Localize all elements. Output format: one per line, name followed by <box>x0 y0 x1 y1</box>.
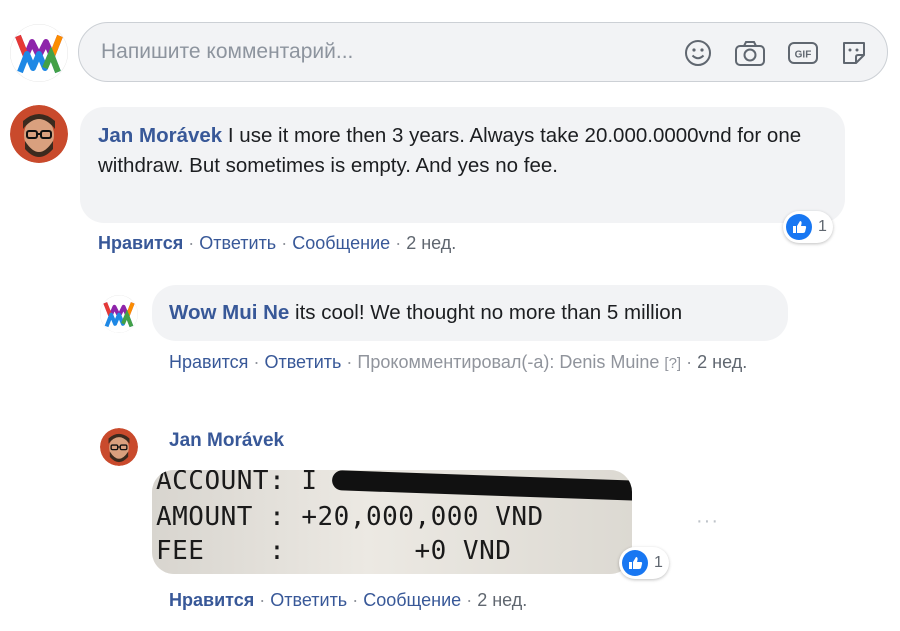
timestamp[interactable]: 2 нед. <box>477 590 527 610</box>
comment-text: its cool! We thought no more than 5 mill… <box>295 301 683 324</box>
help-link[interactable]: [?] <box>664 355 681 372</box>
like-link[interactable]: Нравится <box>169 590 254 610</box>
receipt-line: FEE : +0 VND <box>156 536 512 566</box>
comment-actions: Нравится · Ответить · Прокомментировал(-… <box>169 352 748 372</box>
comment-actions: Нравится · Ответить · Сообщение · 2 нед. <box>98 233 457 253</box>
composer-placeholder[interactable]: Напишите комментарий... <box>101 40 353 64</box>
reaction-count[interactable]: 1 <box>783 211 833 243</box>
comment-photo[interactable]: ACCOUNT: I AMOUNT : +20,000,000 VND FEE … <box>152 470 632 574</box>
reaction-count[interactable]: 1 <box>619 547 669 579</box>
message-link[interactable]: Сообщение <box>363 590 461 610</box>
avatar[interactable] <box>100 428 138 466</box>
sticker-icon[interactable] <box>839 38 869 68</box>
user-photo-icon <box>100 428 138 466</box>
gif-icon[interactable]: GIF <box>787 38 818 68</box>
reply-link[interactable]: Ответить <box>199 233 276 253</box>
emoji-icon[interactable] <box>683 38 713 68</box>
timestamp[interactable]: 2 нед. <box>406 233 456 253</box>
wow-logo-icon <box>10 24 68 82</box>
more-options-icon[interactable]: ··· <box>696 510 719 533</box>
camera-icon[interactable] <box>734 38 765 68</box>
commented-by[interactable]: Прокомментировал(-а): Denis Muine <box>357 352 659 372</box>
comment-actions: Нравится · Ответить · Сообщение · 2 нед. <box>169 590 528 610</box>
comment-author[interactable]: Wow Mui Ne <box>169 301 289 324</box>
reaction-number: 1 <box>654 554 663 571</box>
page-avatar[interactable] <box>10 24 68 82</box>
avatar[interactable] <box>10 105 68 163</box>
message-link[interactable]: Сообщение <box>292 233 390 253</box>
timestamp[interactable]: 2 нед. <box>697 352 747 372</box>
like-link[interactable]: Нравится <box>169 352 248 372</box>
reply-link[interactable]: Ответить <box>264 352 341 372</box>
wow-logo-icon <box>100 295 138 333</box>
comment-author[interactable]: Jan Morávek <box>98 124 222 147</box>
comment-bubble: Jan Morávek I use it more then 3 years. … <box>80 107 845 223</box>
like-reaction-icon <box>786 214 812 240</box>
reply-link[interactable]: Ответить <box>270 590 347 610</box>
like-reaction-icon <box>622 550 648 576</box>
reaction-number: 1 <box>818 218 827 235</box>
like-link[interactable]: Нравится <box>98 233 183 253</box>
receipt-line: AMOUNT : +20,000,000 VND <box>156 502 544 532</box>
receipt-line: ACCOUNT: I <box>156 470 318 496</box>
comment-author[interactable]: Jan Morávek <box>169 430 284 452</box>
avatar[interactable] <box>100 295 138 333</box>
comment-bubble: Wow Mui Ne its cool! We thought no more … <box>152 285 788 341</box>
svg-text:GIF: GIF <box>795 50 812 61</box>
user-photo-icon <box>10 105 68 163</box>
comment-composer[interactable]: Напишите комментарий... GIF <box>78 22 888 82</box>
